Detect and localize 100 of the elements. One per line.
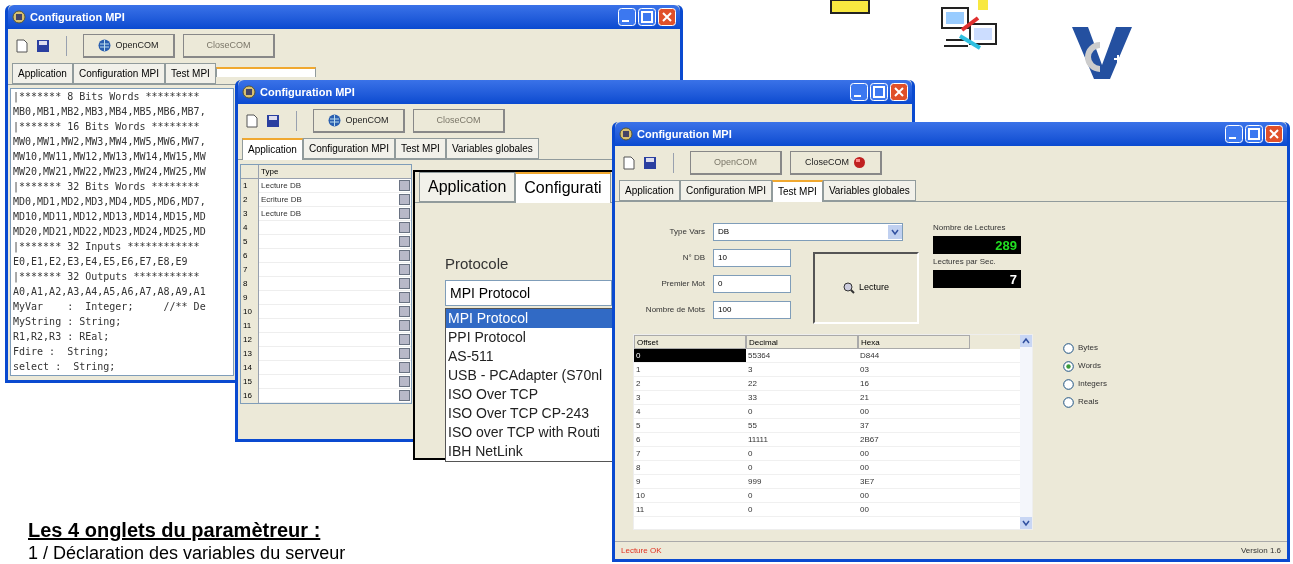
table-row[interactable]: 4 0 00 [634, 405, 1020, 419]
dropdown[interactable]: DB [713, 223, 903, 241]
table-cell-text: 37 [859, 420, 870, 432]
row-button[interactable] [399, 306, 410, 317]
table-cell: 0 [634, 349, 746, 362]
row-button[interactable] [399, 292, 410, 303]
counter-label: Lectures par Sec. [933, 256, 997, 268]
scrollbar[interactable] [1020, 335, 1032, 529]
minimize-icon [850, 83, 868, 101]
table-row[interactable]: 1 3 03 [634, 363, 1020, 377]
table-cell-text: 03 [859, 364, 870, 376]
tab[interactable]: Configuration MPI [72, 63, 165, 84]
toolbar-button[interactable]: OpenCOM [313, 109, 405, 133]
row-button[interactable] [399, 194, 410, 205]
radio-button[interactable]: Bytes [1063, 342, 1107, 354]
dropdown-option[interactable]: AS-511 [446, 346, 612, 366]
input-field[interactable]: 10 [713, 249, 791, 267]
row-button[interactable] [399, 348, 410, 359]
dropdown-option[interactable]: ISO Over TCP [446, 384, 612, 404]
table-row[interactable]: 7 0 00 [634, 447, 1020, 461]
tab[interactable]: Test MPI [771, 180, 823, 202]
dropdown-option[interactable]: ISO over TCP with Routi [446, 422, 612, 442]
table-cell-text: 22 [747, 378, 758, 390]
table-cell-text: 3 [747, 364, 754, 376]
row-button[interactable] [399, 320, 410, 331]
row-button[interactable] [399, 334, 410, 345]
tab[interactable]: Application [419, 172, 516, 202]
table-row[interactable]: 3 33 21 [634, 391, 1020, 405]
code-line: MD0,MD1,MD2,MD3,MD4,MD5,MD6,MD7, [13, 195, 207, 209]
table-cell-text: 2B67 [859, 434, 880, 446]
new-file-icon [246, 114, 258, 128]
code-editor[interactable] [10, 88, 234, 376]
row-button[interactable] [399, 362, 410, 373]
chevron-up-icon [1020, 335, 1032, 347]
code-line: MyVar : Integer; //** De [13, 300, 207, 314]
input-field[interactable]: 0 [713, 275, 791, 293]
table-cell-text: 2 [635, 378, 642, 390]
field-label: N° DB [681, 252, 705, 264]
dropdown-option[interactable]: PPI Protocol [446, 327, 612, 347]
row-button[interactable] [399, 222, 410, 233]
counter-display: 7 [933, 270, 1021, 288]
save-icon [266, 114, 280, 128]
row-button[interactable] [399, 250, 410, 261]
tab[interactable]: Variables globales [822, 180, 916, 201]
maximize-icon [870, 83, 888, 101]
tab[interactable]: Configuration MPI [679, 180, 772, 201]
table-row[interactable]: 0 55364 D844 [634, 349, 1020, 363]
row-button[interactable] [399, 376, 410, 387]
dropdown-option[interactable]: IBH NetLink [446, 441, 612, 461]
row-button[interactable] [399, 236, 410, 247]
tab[interactable]: Application [242, 138, 303, 160]
table-row[interactable]: 2 22 16 [634, 377, 1020, 391]
table-cell-text: Lecture DB [260, 207, 303, 220]
table-row[interactable]: 11 0 00 [634, 503, 1020, 517]
maximize-icon [638, 8, 656, 26]
column-header: Type [260, 166, 279, 178]
table-row[interactable]: 5 55 37 [634, 419, 1020, 433]
dropdown-option[interactable]: MPI Protocol [446, 308, 612, 328]
code-line: |******* 16 Bits Words ******** [13, 120, 201, 134]
tab[interactable]: Test MPI [394, 138, 446, 159]
input-field[interactable]: 100 [713, 301, 791, 319]
table-row[interactable]: 6 11111 2B67 [634, 433, 1020, 447]
radio-icon [1063, 378, 1074, 390]
table-row[interactable]: 8 0 00 [634, 461, 1020, 475]
code-line: MB0,MB1,MB2,MB3,MB4,MB5,MB6,MB7, [13, 105, 207, 119]
row-button[interactable] [399, 180, 410, 191]
code-line: Fdire : String; [13, 345, 111, 359]
app-icon [619, 127, 633, 141]
table-cell-text: 00 [859, 448, 870, 460]
table-row[interactable]: 10 0 00 [634, 489, 1020, 503]
table-row[interactable]: 9 999 3E7 [634, 475, 1020, 489]
tab[interactable] [215, 67, 316, 77]
radio-button[interactable]: Words [1063, 360, 1107, 372]
radio-button[interactable]: Integers [1063, 378, 1107, 390]
close-icon [1265, 125, 1283, 143]
read-button[interactable]: Lecture [813, 252, 919, 324]
dropdown-option[interactable]: USB - PCAdapter (S70nl [446, 365, 612, 385]
heading: Les 4 onglets du paramètreur : [28, 518, 322, 542]
globe-icon [98, 39, 112, 52]
radio-button[interactable]: Reals [1063, 396, 1107, 408]
toolbar-button[interactable]: CloseCOM [790, 151, 882, 175]
tab[interactable]: Test MPI [164, 63, 216, 84]
tab[interactable]: Variables globales [445, 138, 539, 159]
table-cell-text: 0 [747, 406, 754, 418]
row-button[interactable] [399, 264, 410, 275]
tab[interactable]: Application [619, 180, 680, 201]
close-icon [890, 83, 908, 101]
window-title: Configuration MPI [637, 126, 732, 142]
table-cell-text: 33 [747, 392, 758, 404]
tab[interactable]: Configurati [515, 172, 611, 203]
dropdown-option[interactable]: ISO Over TCP CP-243 [446, 403, 612, 423]
row-button[interactable] [399, 208, 410, 219]
row-button[interactable] [399, 278, 410, 289]
row-button[interactable] [399, 390, 410, 401]
toolbar-button[interactable]: OpenCOM [83, 34, 175, 58]
tab[interactable]: Configuration MPI [302, 138, 395, 159]
dropdown[interactable]: MPI Protocol [445, 279, 612, 306]
logo-icon [1070, 25, 1134, 81]
tab[interactable]: Application [12, 63, 73, 84]
app-icon [12, 10, 26, 24]
